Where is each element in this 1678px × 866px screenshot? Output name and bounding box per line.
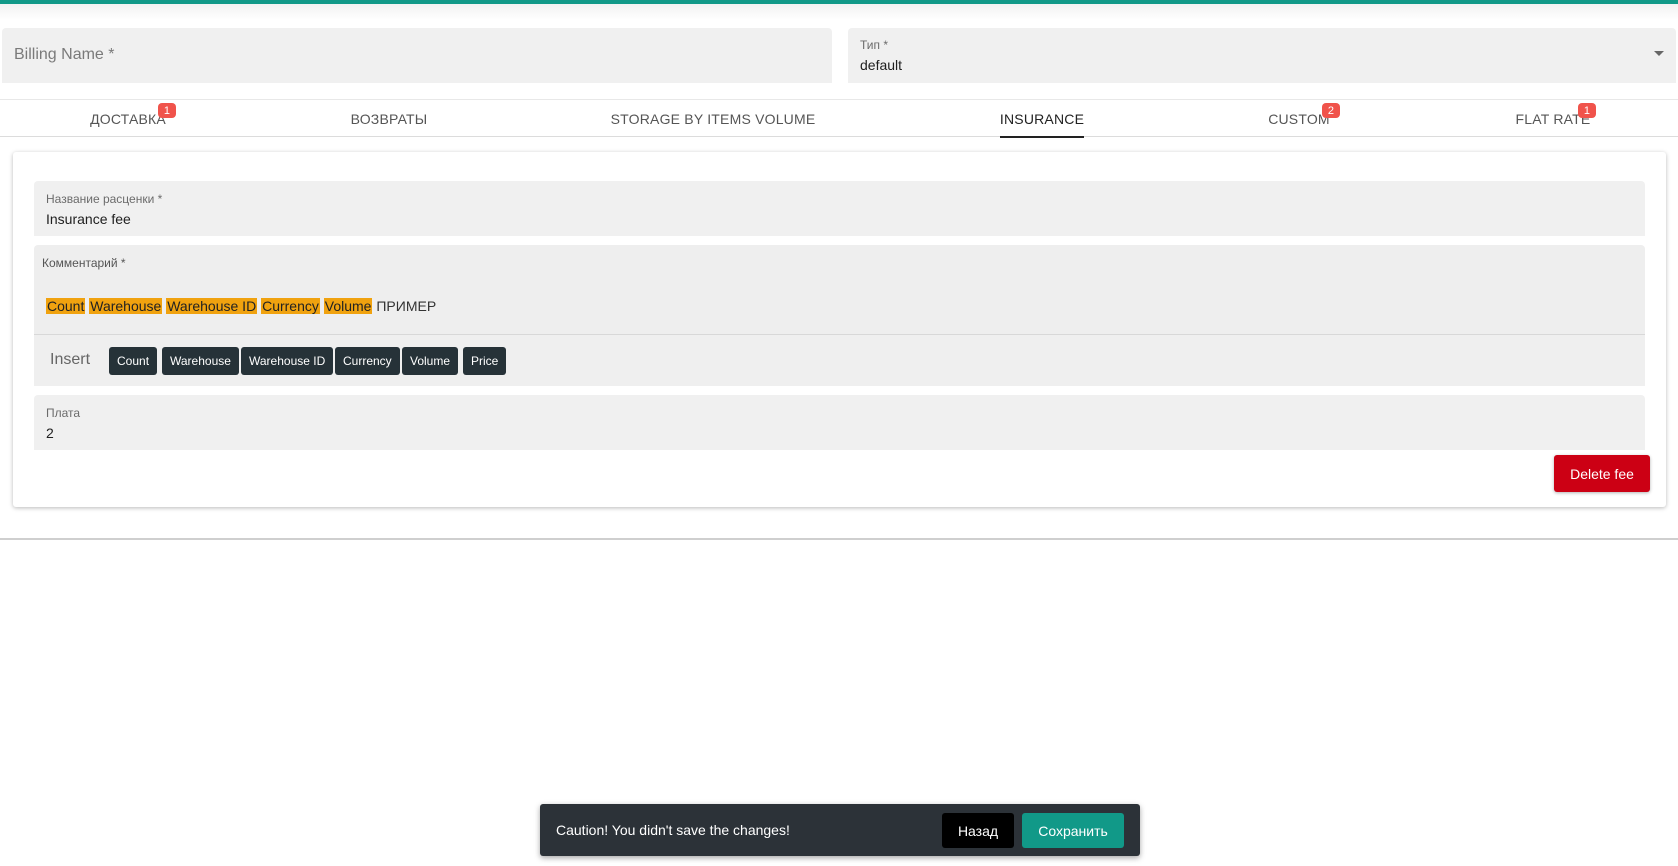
insert-toolbar: Insert Count Warehouse Warehouse ID Curr… xyxy=(34,335,1645,386)
tab-label: INSURANCE xyxy=(999,110,1085,127)
comment-editor: Комментарий * Count Warehouse Warehouse … xyxy=(34,245,1645,386)
tab-label: ДОСТАВКА xyxy=(90,110,166,127)
insert-count-button[interactable]: Count xyxy=(109,347,158,375)
tab-storage-by-items-volume[interactable]: STORAGE BY ITEMS VOLUME xyxy=(610,100,816,137)
unsaved-changes-snackbar: Caution! You didn't save the changes! На… xyxy=(540,804,1140,856)
tab-insurance[interactable]: INSURANCE xyxy=(999,100,1085,138)
insert-currency-button[interactable]: Currency xyxy=(335,347,400,375)
billing-name-placeholder: Billing Name * xyxy=(14,46,115,63)
comment-label: Комментарий * xyxy=(42,256,126,270)
tab-label: ВОЗВРАТЫ xyxy=(350,110,428,127)
save-button[interactable]: Сохранить xyxy=(1022,813,1124,848)
comment-plain-text: ПРИМЕР xyxy=(376,298,437,314)
insert-warehouse-id-button[interactable]: Warehouse ID xyxy=(241,347,334,375)
tab-badge: 2 xyxy=(1322,103,1340,118)
type-select[interactable]: Тип * default xyxy=(848,28,1676,83)
rate-name-label: Название расценки * xyxy=(46,192,163,206)
comment-variable-chip: Warehouse xyxy=(89,298,163,314)
rate-name-value: Insurance fee xyxy=(46,211,131,227)
tab-badge: 1 xyxy=(158,103,176,118)
comment-input[interactable]: Count Warehouse Warehouse ID Currency Vo… xyxy=(46,298,436,314)
type-select-value: default xyxy=(860,57,903,73)
snackbar-message: Caution! You didn't save the changes! xyxy=(556,822,790,838)
fee-type-tabs: ДОСТАВКА 1 ВОЗВРАТЫ STORAGE BY ITEMS VOL… xyxy=(0,99,1678,138)
payment-value: 2 xyxy=(46,425,54,441)
payment-label: Плата xyxy=(46,406,81,420)
tab-label: STORAGE BY ITEMS VOLUME xyxy=(610,110,816,127)
tab-delivery[interactable]: ДОСТАВКА 1 xyxy=(82,100,176,137)
header-shadow xyxy=(0,4,1678,20)
comment-variable-chip: Warehouse ID xyxy=(166,298,258,314)
tab-flat-rate[interactable]: FLAT RATE 1 xyxy=(1514,100,1596,137)
chevron-down-icon[interactable] xyxy=(1654,51,1664,56)
billing-name-input[interactable]: Billing Name * xyxy=(2,28,832,83)
insert-volume-button[interactable]: Volume xyxy=(402,347,459,375)
insert-warehouse-button[interactable]: Warehouse xyxy=(162,347,239,375)
insert-price-button[interactable]: Price xyxy=(463,347,507,375)
comment-variable-chip: Volume xyxy=(323,298,373,314)
insert-label: Insert xyxy=(50,351,91,368)
rate-name-field[interactable]: Название расценки * Insurance fee xyxy=(34,181,1645,236)
tab-badge: 1 xyxy=(1578,103,1596,118)
comment-variable-chip: Count xyxy=(46,298,86,314)
fee-card: Название расценки * Insurance fee Коммен… xyxy=(13,152,1666,507)
delete-fee-button[interactable]: Delete fee xyxy=(1554,455,1650,492)
comment-variable-chip: Currency xyxy=(261,298,320,314)
back-button[interactable]: Назад xyxy=(942,813,1014,848)
type-select-label: Тип * xyxy=(860,38,889,52)
payment-field[interactable]: Плата 2 xyxy=(34,395,1645,450)
section-bottom-border xyxy=(0,538,1678,540)
tab-returns[interactable]: ВОЗВРАТЫ xyxy=(346,100,432,137)
tab-custom[interactable]: CUSTOM 2 xyxy=(1266,100,1340,137)
tab-label: CUSTOM xyxy=(1268,110,1330,127)
